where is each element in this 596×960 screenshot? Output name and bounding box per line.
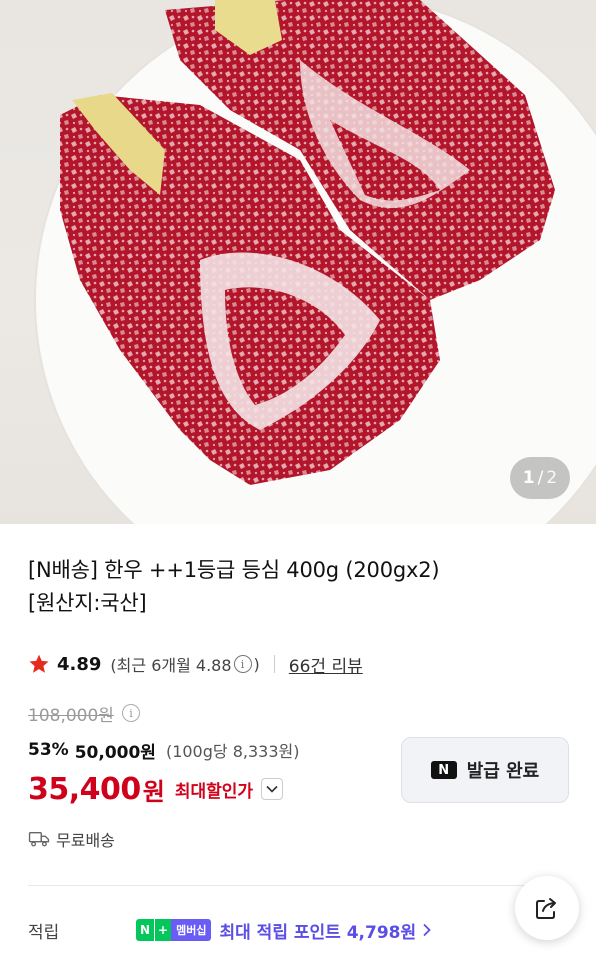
naver-n-icon: N [430, 761, 457, 779]
product-image[interactable]: 1 / 2 [0, 0, 596, 524]
sale-price-row: 53% 50,000원 (100g당 8,333원) [28, 737, 299, 763]
chevron-right-icon [423, 923, 431, 937]
rating-row: 4.89 (최근 6개월 4.88 i ) 66건 리뷰 [28, 650, 363, 678]
coupon-issued-button[interactable]: N 발급 완료 [401, 737, 569, 803]
image-page-indicator: 1 / 2 [510, 457, 570, 499]
rating-score: 4.89 [57, 653, 102, 675]
max-discount-unit: 원 [142, 777, 165, 806]
discount-rate: 53% [28, 740, 69, 760]
badge-n: N [136, 919, 155, 941]
rating-recent-close: ) [253, 654, 260, 674]
page-separator: / [537, 468, 544, 488]
truck-icon [28, 832, 50, 847]
share-icon [536, 898, 556, 919]
max-discount-expand-button[interactable] [261, 778, 284, 800]
product-title-line1: [N배송] 한우 ++1등급 등심 400g (200gx2) [28, 558, 440, 582]
share-button[interactable] [515, 876, 579, 940]
price-info-icon[interactable]: i [121, 704, 140, 722]
sale-price: 50,000원 [74, 742, 156, 763]
review-count-link[interactable]: 66건 리뷰 [289, 652, 363, 677]
star-icon [29, 654, 49, 673]
info-icon[interactable]: i [233, 655, 252, 673]
max-points-text: 최대 적립 포인트 4,798원 [219, 922, 417, 943]
unit-price: (100g당 8,333원) [165, 742, 300, 761]
page-current: 1 [522, 468, 535, 488]
shipping-label: 무료배송 [56, 831, 115, 850]
rating-recent-text: (최근 6개월 4.88 [110, 656, 232, 675]
section-divider [28, 885, 568, 886]
naver-plus-membership-badge: N + 멤버십 [136, 919, 212, 941]
product-photo [34, 0, 596, 524]
max-discount-label: 최대할인가 [174, 781, 254, 802]
coupon-label: 발급 완료 [466, 761, 540, 782]
rating-recent: (최근 6개월 4.88 i ) [110, 652, 259, 676]
chevron-down-icon [266, 785, 278, 793]
original-price-row: 108,000원 i [28, 700, 142, 726]
product-title: [N배송] 한우 ++1등급 등심 400g (200gx2) [원산지:국산] [28, 554, 568, 620]
page-total: 2 [546, 468, 558, 488]
shipping-row: 무료배송 [28, 826, 115, 852]
product-title-line2: [원산지:국산] [28, 591, 147, 615]
max-discount-price: 35,400 [28, 771, 141, 807]
points-row[interactable]: 적립 N + 멤버십 최대 적립 포인트 4,798원 [28, 916, 432, 944]
points-label: 적립 [28, 922, 60, 943]
max-discount-row: 35,400 원 최대할인가 [28, 770, 284, 808]
divider [273, 655, 275, 673]
badge-membership: 멤버십 [171, 919, 212, 941]
original-price: 108,000원 [28, 705, 114, 726]
badge-plus: + [154, 919, 172, 941]
